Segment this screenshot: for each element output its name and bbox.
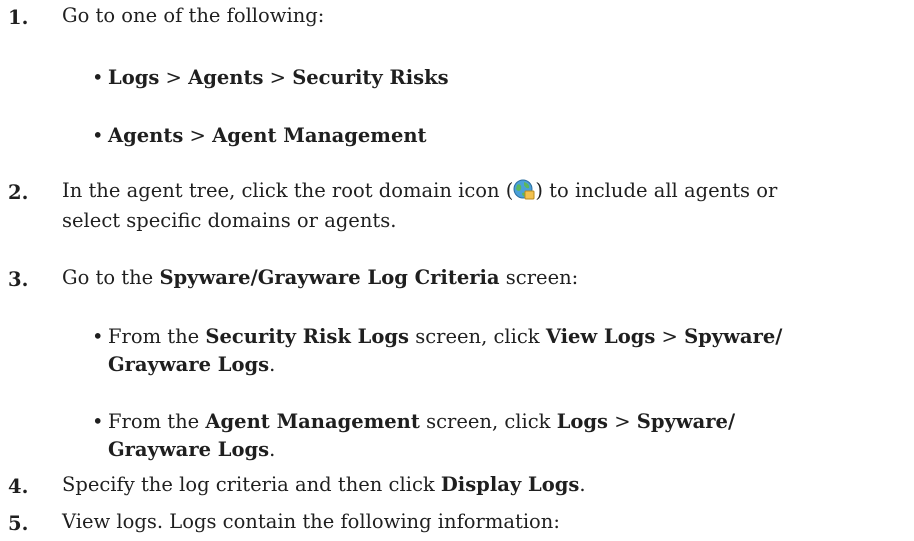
step-number: 1. [8,6,29,29]
menu-path-item: Security Risks [292,66,449,89]
menu-path-item: Agents [188,66,264,89]
menu-path-item: Agent Management [212,124,427,147]
step-text: View logs. Logs contain the following in… [62,510,560,533]
bullet: • [92,124,104,147]
root-domain-globe-icon [513,179,535,201]
step-number: 5. [8,512,29,535]
step-text: select specific domains or agents. [62,209,397,232]
step-text: Specify the log criteria and then click … [62,473,586,496]
bullet: • [92,325,104,348]
list-item: • Agents > Agent Management [92,120,427,152]
step-text: In the agent tree, click the root domain… [62,179,778,202]
step-text: Go to one of the following: [62,4,325,27]
list-item-continuation: Grayware Logs. [108,438,276,461]
screen-name: Spyware/Grayware Log Criteria [159,266,500,289]
list-item-continuation: Grayware Logs. [108,353,276,376]
menu-path-item: Logs [108,66,160,89]
step-number: 3. [8,268,29,291]
bullet: • [92,66,104,89]
step-number: 2. [8,181,29,204]
list-item: • Logs > Agents > Security Risks [92,62,449,94]
step-number: 4. [8,475,29,498]
menu-path-item: Agents [108,124,184,147]
bullet: • [92,410,104,433]
button-name: Display Logs [440,473,580,496]
step-text: Go to the Spyware/Grayware Log Criteria … [62,266,579,289]
